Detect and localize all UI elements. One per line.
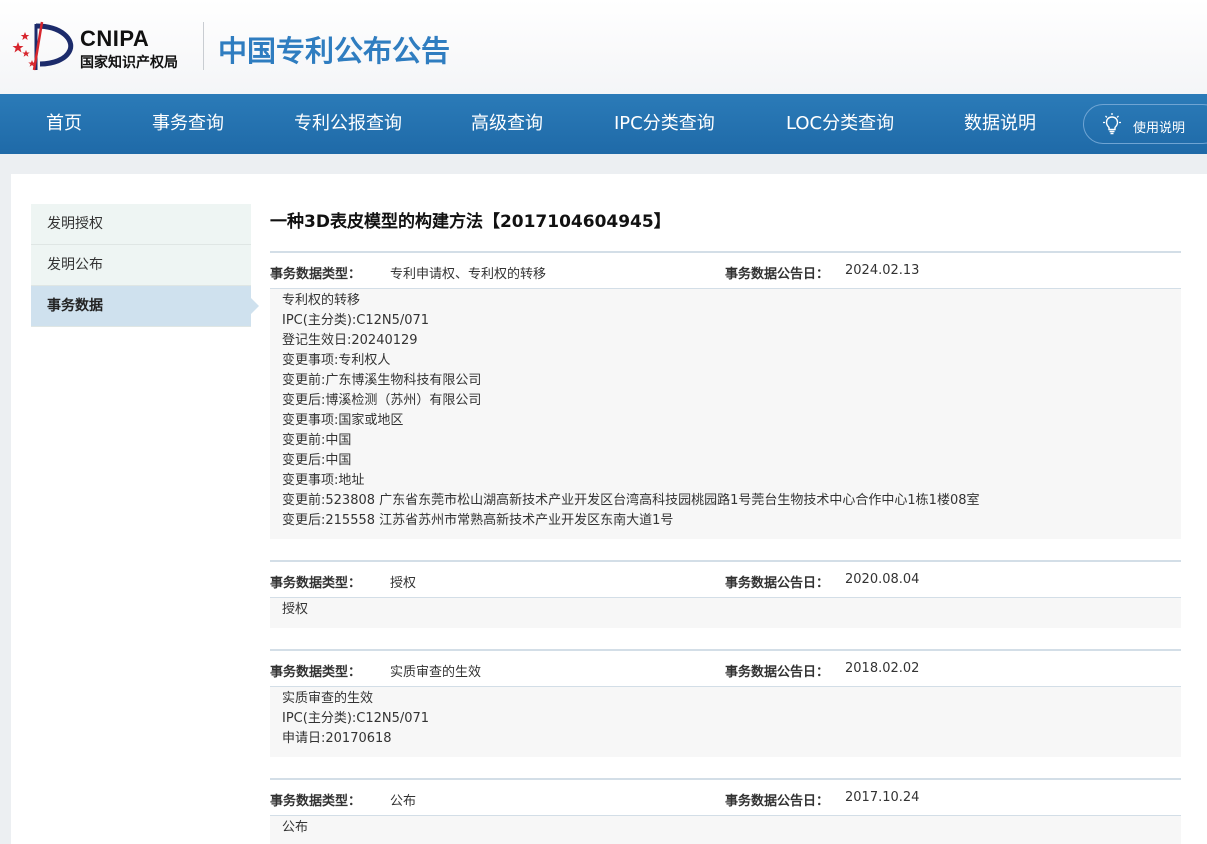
record-line: 登记生效日:20240129 (282, 333, 418, 348)
record-line: 变更事项:国家或地区 (282, 413, 404, 428)
record-body: 专利权的转移 IPC(主分类):C12N5/071 登记生效日:20240129… (270, 289, 1181, 539)
sidebar: 发明授权 发明公布 事务数据 (31, 204, 259, 327)
affairs-record: 事务数据类型： 实质审查的生效 事务数据公告日： 2018.02.02 实质审查… (270, 649, 1181, 757)
sidebar-item-affairs-data[interactable]: 事务数据 (31, 286, 259, 327)
cnipa-logo[interactable]: CNIPA 国家知识产权局 (12, 20, 202, 72)
record-type-value: 授权 (390, 576, 417, 591)
record-line: 申请日:20170618 (282, 731, 392, 746)
record-date-value: 2017.10.24 (845, 790, 920, 805)
nav-item-gazette-query[interactable]: 专利公报查询 (294, 94, 402, 154)
record-line: IPC(主分类):C12N5/071 (282, 313, 430, 328)
sidebar-item-invention-publication[interactable]: 发明公布 (31, 245, 251, 286)
record-date-label: 事务数据公告日： (725, 267, 830, 282)
affairs-record: 事务数据类型： 专利申请权、专利权的转移 事务数据公告日： 2024.02.13… (270, 251, 1181, 539)
record-header: 事务数据类型： 专利申请权、专利权的转移 事务数据公告日： 2024.02.13 (270, 251, 1181, 289)
record-line: 变更事项:专利权人 (282, 353, 391, 368)
help-button[interactable]: 使用说明 (1083, 104, 1207, 144)
main-nav: 首页 事务查询 专利公报查询 高级查询 IPC分类查询 LOC分类查询 数据说明… (0, 94, 1207, 154)
site-title: 中国专利公布公告 (218, 34, 451, 68)
record-line: 变更后:215558 江苏省苏州市常熟高新技术产业开发区东南大道1号 (282, 513, 674, 528)
site-header: CNIPA 国家知识产权局 中国专利公布公告 (0, 0, 1207, 94)
record-line: 变更前:广东博溪生物科技有限公司 (282, 373, 482, 388)
nav-item-ipc-query[interactable]: IPC分类查询 (614, 94, 715, 154)
record-header: 事务数据类型： 公布 事务数据公告日： 2017.10.24 (270, 778, 1181, 816)
record-line: 变更前:中国 (282, 433, 352, 448)
logo-chinese-text: 国家知识产权局 (80, 55, 178, 71)
affairs-record: 事务数据类型： 授权 事务数据公告日： 2020.08.04 授权 (270, 560, 1181, 628)
record-date-label: 事务数据公告日： (725, 665, 830, 680)
document-title: 一种3D表皮模型的构建方法【2017104604945】 (270, 212, 671, 232)
record-type-label: 事务数据类型： (270, 576, 362, 591)
record-body: 授权 (270, 598, 1181, 628)
record-date-value: 2024.02.13 (845, 263, 920, 278)
record-body: 实质审查的生效 IPC(主分类):C12N5/071 申请日:20170618 (270, 687, 1181, 757)
logo-english-text: CNIPA (80, 26, 150, 51)
affairs-record: 事务数据类型： 公布 事务数据公告日： 2017.10.24 公布 (270, 778, 1181, 844)
help-button-label: 使用说明 (1133, 121, 1186, 136)
sidebar-item-invention-grant[interactable]: 发明授权 (31, 204, 251, 245)
record-header: 事务数据类型： 授权 事务数据公告日： 2020.08.04 (270, 560, 1181, 598)
record-line: 公布 (282, 820, 309, 835)
record-type-label: 事务数据类型： (270, 665, 362, 680)
lightbulb-icon (1103, 113, 1121, 135)
content-card: 发明授权 发明公布 事务数据 一种3D表皮模型的构建方法【20171046049… (11, 174, 1207, 844)
record-date-label: 事务数据公告日： (725, 576, 830, 591)
record-date-value: 2020.08.04 (845, 572, 920, 587)
nav-item-data-description[interactable]: 数据说明 (964, 94, 1036, 154)
record-type-value: 公布 (390, 794, 417, 809)
cnipa-emblem-icon (12, 21, 74, 71)
record-header: 事务数据类型： 实质审查的生效 事务数据公告日： 2018.02.02 (270, 649, 1181, 687)
nav-item-loc-query[interactable]: LOC分类查询 (786, 94, 894, 154)
record-line: 变更事项:地址 (282, 473, 365, 488)
record-line: 变更前:523808 广东省东莞市松山湖高新技术产业开发区台湾高科技园桃园路1号… (282, 493, 980, 508)
header-divider (203, 22, 204, 70)
record-line: 变更后:中国 (282, 453, 352, 468)
record-date-label: 事务数据公告日： (725, 794, 830, 809)
record-line: 专利权的转移 (282, 293, 361, 308)
record-type-value: 实质审查的生效 (390, 665, 482, 680)
nav-item-affairs-query[interactable]: 事务查询 (152, 94, 224, 154)
record-line: 授权 (282, 602, 309, 617)
record-line: 实质审查的生效 (282, 691, 374, 706)
record-line: IPC(主分类):C12N5/071 (282, 711, 430, 726)
record-date-value: 2018.02.02 (845, 661, 920, 676)
record-type-label: 事务数据类型： (270, 794, 362, 809)
record-type-value: 专利申请权、专利权的转移 (390, 267, 547, 282)
record-line: 变更后:博溪检测（苏州）有限公司 (282, 393, 482, 408)
nav-item-home[interactable]: 首页 (46, 94, 82, 154)
record-body: 公布 (270, 816, 1181, 844)
record-type-label: 事务数据类型： (270, 267, 362, 282)
nav-item-advanced-query[interactable]: 高级查询 (471, 94, 543, 154)
